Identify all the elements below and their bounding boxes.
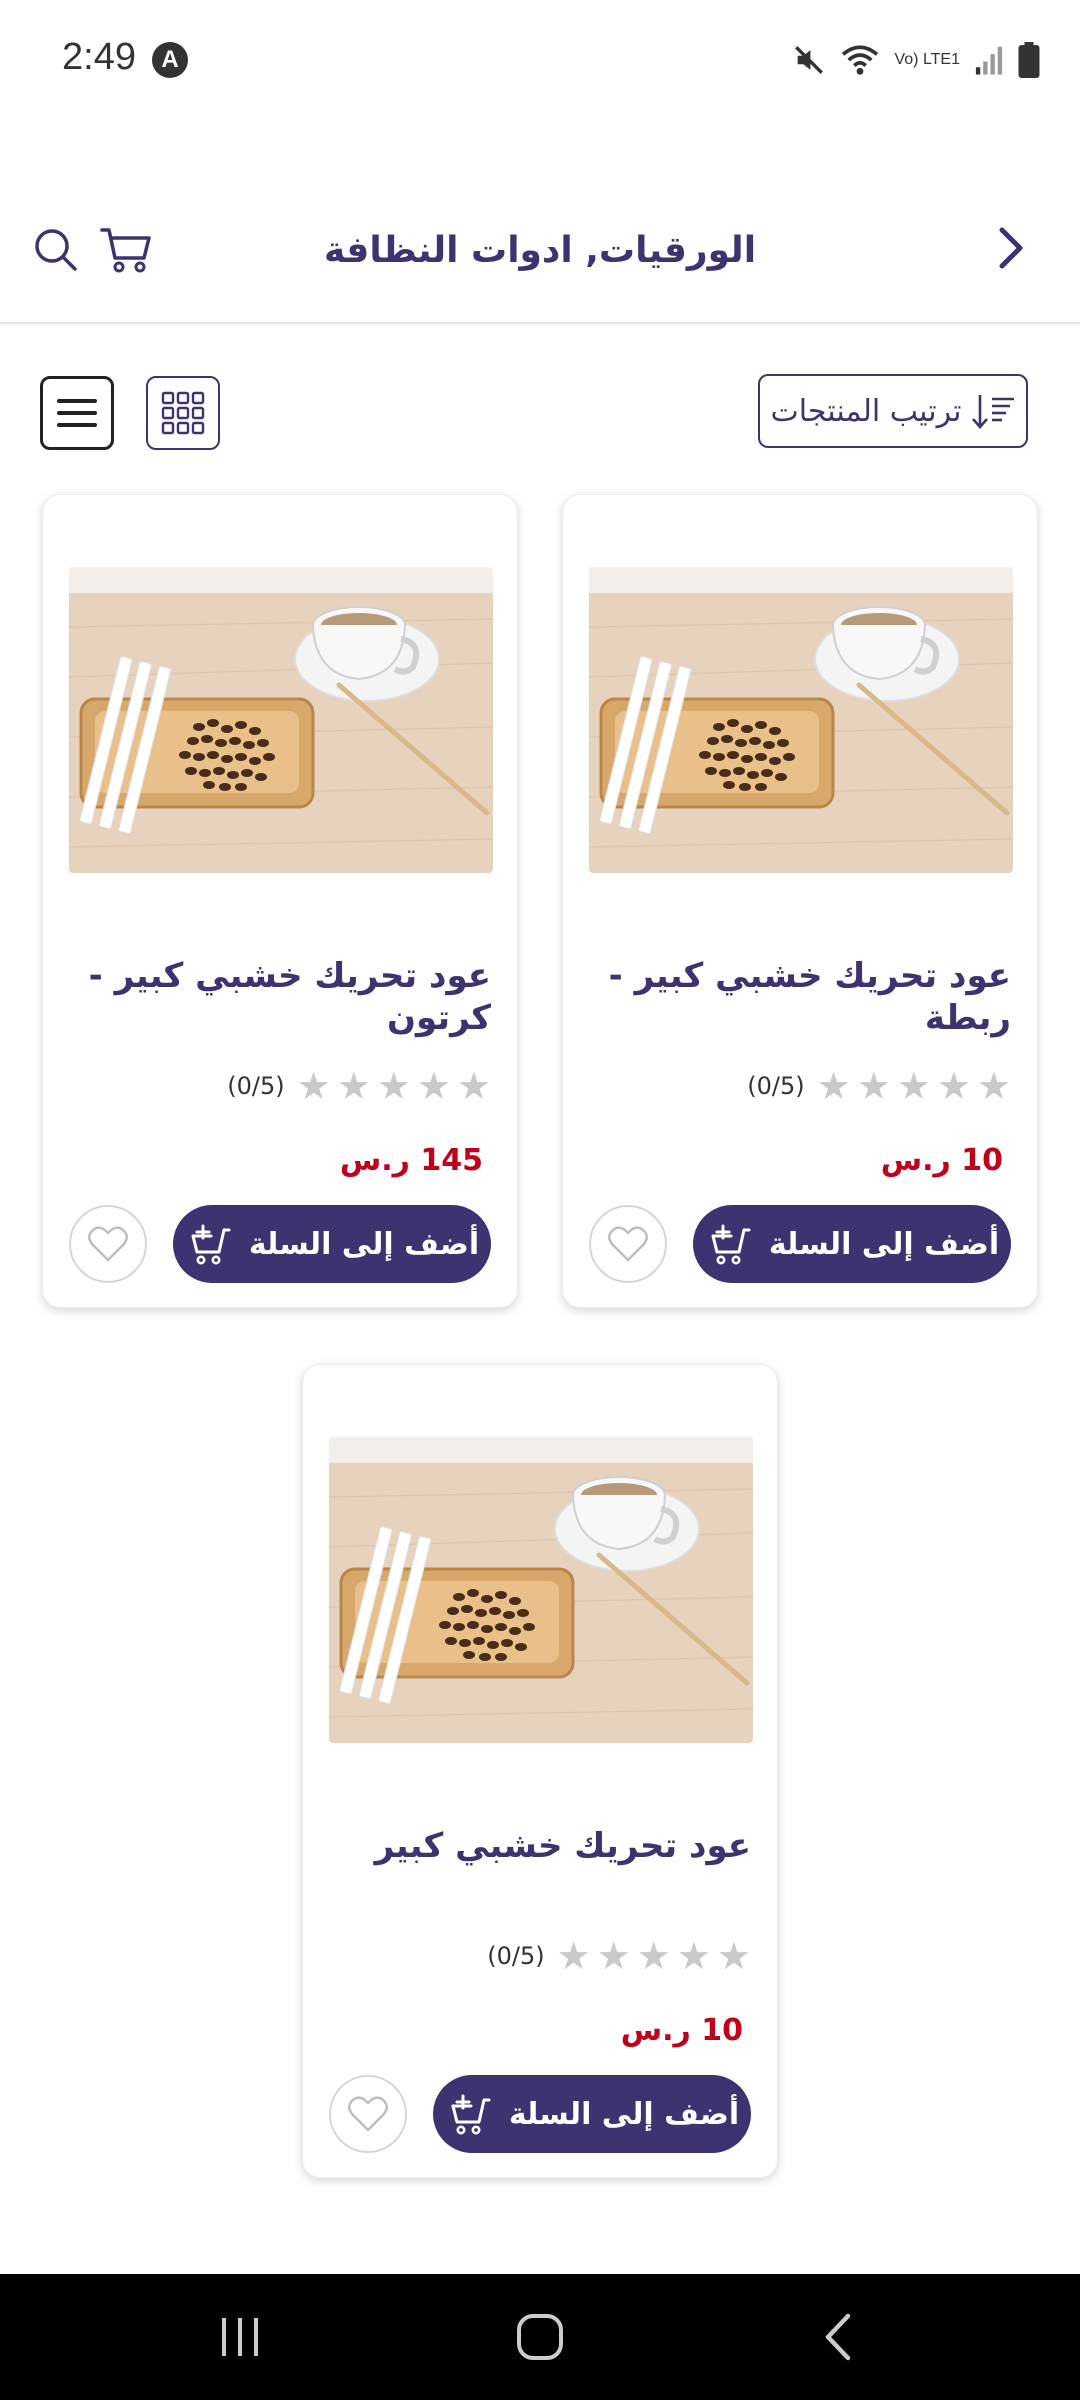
grid-view-icon — [161, 391, 205, 435]
list-view-icon — [57, 399, 97, 427]
star-icon: ★ — [636, 1934, 671, 1978]
add-cart-icon — [191, 1224, 231, 1265]
product-title[interactable]: عود تحريك خشبي كبير - كرتون — [69, 955, 491, 1039]
add-to-cart-button[interactable]: أضف إلى السلة — [693, 1205, 1011, 1283]
app-header: الورقيات, ادوات النظافة — [0, 196, 1080, 324]
product-rating: ★ ★ ★ ★ ★ (0/5) — [227, 1067, 491, 1105]
sort-icon — [971, 395, 1014, 429]
star-icon: ★ — [816, 1064, 851, 1108]
star-icon: ★ — [936, 1064, 971, 1108]
status-icons: Vo) LTE1 — [792, 38, 1040, 82]
product-rating: ★ ★ ★ ★ ★ (0/5) — [747, 1067, 1011, 1105]
product-card[interactable]: عود تحريك خشبي كبير ★ ★ ★ ★ ★ (0/5) 10 ر… — [302, 1364, 778, 2178]
battery-icon — [1018, 42, 1040, 78]
star-icon: ★ — [856, 1064, 891, 1108]
cart-button[interactable] — [98, 222, 154, 278]
product-title[interactable]: عود تحريك خشبي كبير - ربطة — [589, 955, 1011, 1039]
product-card[interactable]: عود تحريك خشبي كبير - ربطة ★ ★ ★ ★ ★ (0/… — [562, 494, 1038, 1308]
home-button[interactable] — [510, 2312, 570, 2362]
product-price: 145 ر.س — [339, 1143, 483, 1178]
add-cart-icon — [451, 2094, 491, 2135]
star-icon: ★ — [716, 1934, 751, 1978]
favorite-button[interactable] — [69, 1205, 147, 1283]
star-icon: ★ — [376, 1064, 411, 1108]
product-price: 10 ر.س — [880, 1143, 1003, 1178]
product-photo — [69, 567, 493, 873]
product-price: 10 ر.س — [620, 2013, 743, 2048]
home-icon — [517, 2314, 563, 2360]
product-photo — [589, 567, 1013, 873]
signal-icon — [975, 46, 1003, 75]
star-icon: ★ — [896, 1064, 931, 1108]
rating-count: (0/5) — [747, 1072, 805, 1100]
star-icon: ★ — [976, 1064, 1011, 1108]
add-cart-icon — [711, 1224, 751, 1265]
search-button[interactable] — [28, 222, 84, 278]
heart-icon — [348, 2096, 388, 2132]
cart-icon — [100, 228, 151, 273]
mute-icon — [795, 46, 824, 74]
recent-apps-button[interactable] — [210, 2312, 270, 2362]
favorite-button[interactable] — [589, 1205, 667, 1283]
add-to-cart-label: أضف إلى السلة — [768, 1226, 1000, 1262]
star-icon: ★ — [336, 1064, 371, 1108]
star-icon: ★ — [416, 1064, 451, 1108]
back-chevron-icon — [999, 227, 1023, 269]
product-image[interactable] — [329, 1437, 753, 1743]
star-icon: ★ — [676, 1934, 711, 1978]
rating-count: (0/5) — [227, 1072, 285, 1100]
page-title: الورقيات, ادوات النظافة — [323, 230, 757, 271]
product-image[interactable] — [589, 567, 1013, 873]
search-icon — [35, 229, 77, 271]
sort-label: ترتيب المنتجات — [770, 393, 962, 429]
product-rating: ★ ★ ★ ★ ★ (0/5) — [487, 1937, 751, 1975]
status-time: 2:49 — [62, 36, 136, 78]
add-to-cart-label: أضف إلى السلة — [248, 1226, 480, 1262]
add-to-cart-label: أضف إلى السلة — [508, 2096, 740, 2132]
wifi-icon — [842, 45, 879, 75]
heart-icon — [88, 1226, 128, 1262]
star-icon: ★ — [596, 1934, 631, 1978]
add-to-cart-button[interactable]: أضف إلى السلة — [433, 2075, 751, 2153]
app-notification-icon: A — [152, 42, 188, 78]
system-nav-bar — [0, 2274, 1080, 2400]
product-card[interactable]: عود تحريك خشبي كبير - كرتون ★ ★ ★ ★ ★ (0… — [42, 494, 518, 1308]
recent-apps-icon — [222, 2318, 258, 2356]
product-photo — [329, 1437, 753, 1743]
nav-back-button[interactable] — [810, 2312, 870, 2362]
network-type-label: Vo) LTE1 — [894, 51, 960, 68]
status-bar: 2:49 A Vo) LTE1 — [0, 0, 1080, 120]
grid-view-button[interactable] — [146, 376, 220, 450]
back-button[interactable] — [980, 218, 1040, 278]
back-icon — [825, 2313, 851, 2361]
list-view-button[interactable] — [40, 376, 114, 450]
product-title[interactable]: عود تحريك خشبي كبير — [329, 1825, 751, 1867]
star-icon: ★ — [296, 1064, 331, 1108]
star-icon: ★ — [456, 1064, 491, 1108]
favorite-button[interactable] — [329, 2075, 407, 2153]
heart-icon — [608, 1226, 648, 1262]
rating-count: (0/5) — [487, 1942, 545, 1970]
add-to-cart-button[interactable]: أضف إلى السلة — [173, 1205, 491, 1283]
sort-products-button[interactable]: ترتيب المنتجات — [758, 374, 1028, 448]
star-icon: ★ — [556, 1934, 591, 1978]
product-image[interactable] — [69, 567, 493, 873]
